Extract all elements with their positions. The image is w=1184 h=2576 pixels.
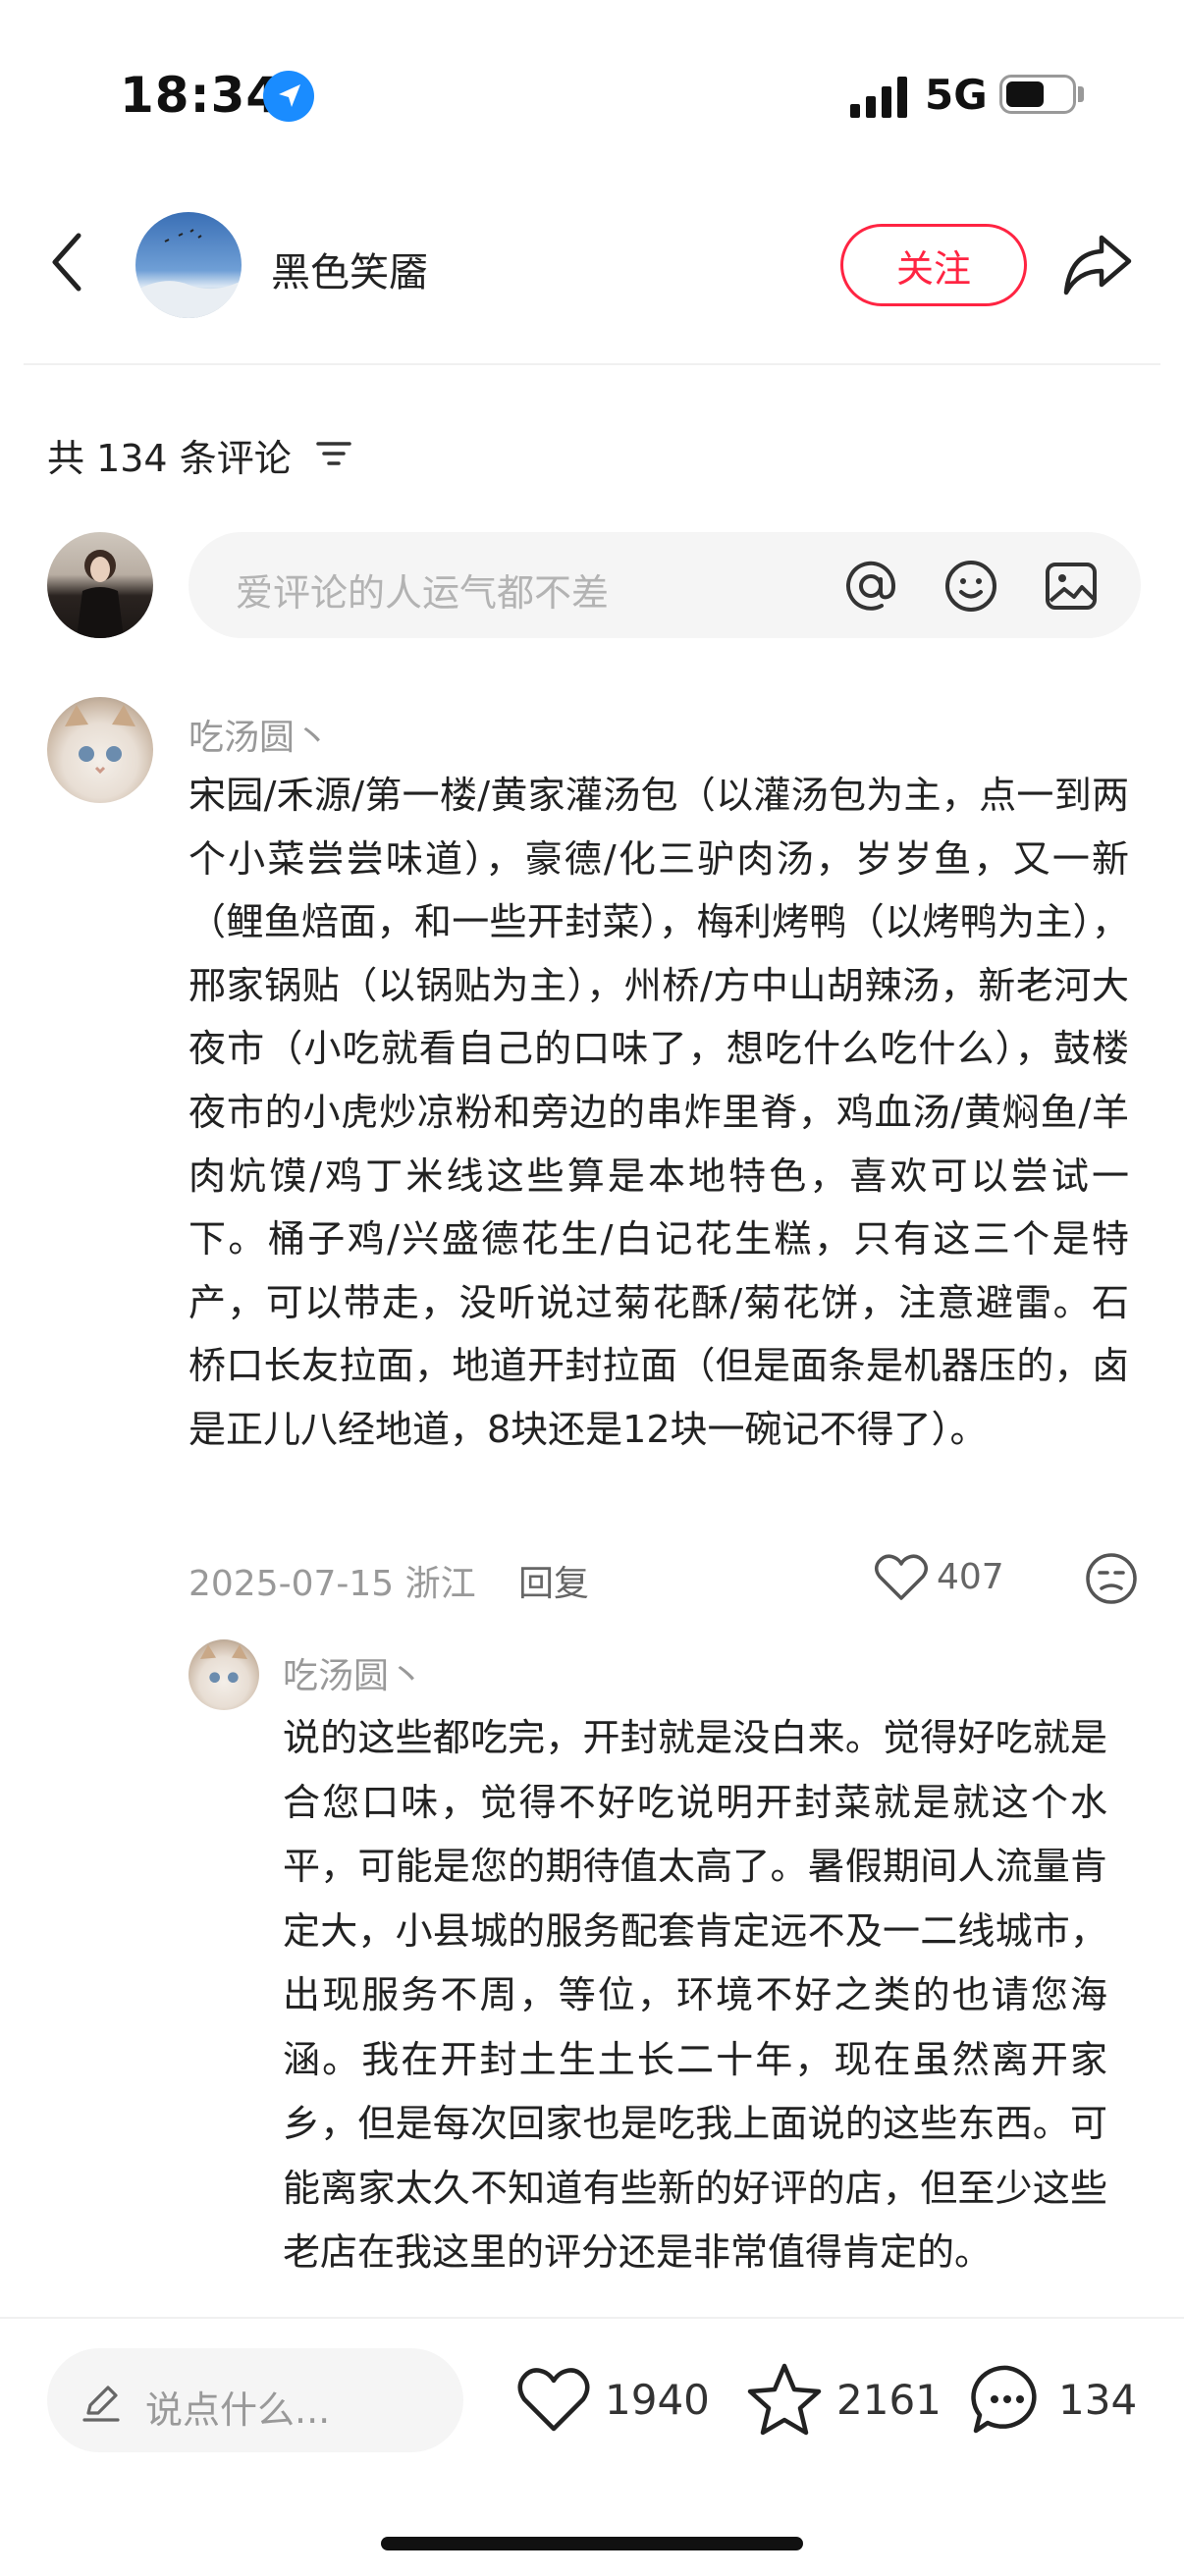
header-divider (24, 363, 1160, 365)
follow-button[interactable]: 关注 (840, 224, 1027, 306)
heart-icon[interactable] (516, 2366, 591, 2435)
emoji-icon[interactable] (942, 558, 999, 615)
my-avatar (47, 532, 153, 638)
like-count: 1940 (605, 2376, 710, 2424)
pencil-icon[interactable] (81, 2382, 122, 2423)
star-icon[interactable] (746, 2362, 823, 2437)
location-arrow-icon (263, 71, 314, 122)
dislike-icon[interactable] (1084, 1551, 1139, 1606)
reply-text: 说的这些都吃完，开封就是没白来。觉得好吃就是合您口味，觉得不好吃说明开封菜就是就… (283, 1716, 1107, 2274)
commenter-name[interactable]: 吃汤圆丶 (188, 709, 330, 760)
battery-icon (999, 75, 1076, 114)
comment-input-placeholder[interactable]: 爱评论的人运气都不差 (236, 563, 609, 617)
at-icon[interactable] (842, 558, 899, 615)
battery-tip (1078, 86, 1084, 102)
comment-count-bottom: 134 (1058, 2376, 1138, 2424)
status-time: 18:34 (120, 67, 282, 124)
back-icon[interactable] (43, 228, 92, 296)
heart-icon[interactable] (874, 1553, 929, 1602)
filter-icon[interactable] (316, 440, 351, 467)
comment-bubble-icon[interactable] (970, 2362, 1045, 2437)
image-icon[interactable] (1043, 558, 1100, 615)
home-indicator[interactable] (381, 2537, 803, 2550)
favorite-count: 2161 (836, 2376, 942, 2424)
commenter-avatar[interactable] (47, 697, 153, 803)
say-placeholder[interactable]: 说点什么... (145, 2380, 330, 2434)
author-avatar[interactable] (135, 212, 242, 318)
network-type: 5G (925, 71, 988, 119)
comment-meta: 2025-07-15 浙江 (188, 1564, 476, 1604)
share-icon[interactable] (1062, 232, 1133, 296)
reply-user-name[interactable]: 吃汤圆丶 (283, 1647, 424, 1698)
comment-text: 宋园/禾源/第一楼/黄家灌汤包（以灌汤包为主，点一到两个小菜尝尝味道），豪德/化… (188, 774, 1129, 1451)
comment-count: 共 134 条评论 (47, 437, 292, 480)
comment-like-count: 407 (937, 1557, 1004, 1597)
author-name[interactable]: 黑色笑靥 (271, 241, 428, 297)
signal-icon (850, 77, 907, 118)
reply-button[interactable]: 回复 (518, 1555, 589, 1606)
reply-avatar[interactable] (188, 1639, 259, 1710)
